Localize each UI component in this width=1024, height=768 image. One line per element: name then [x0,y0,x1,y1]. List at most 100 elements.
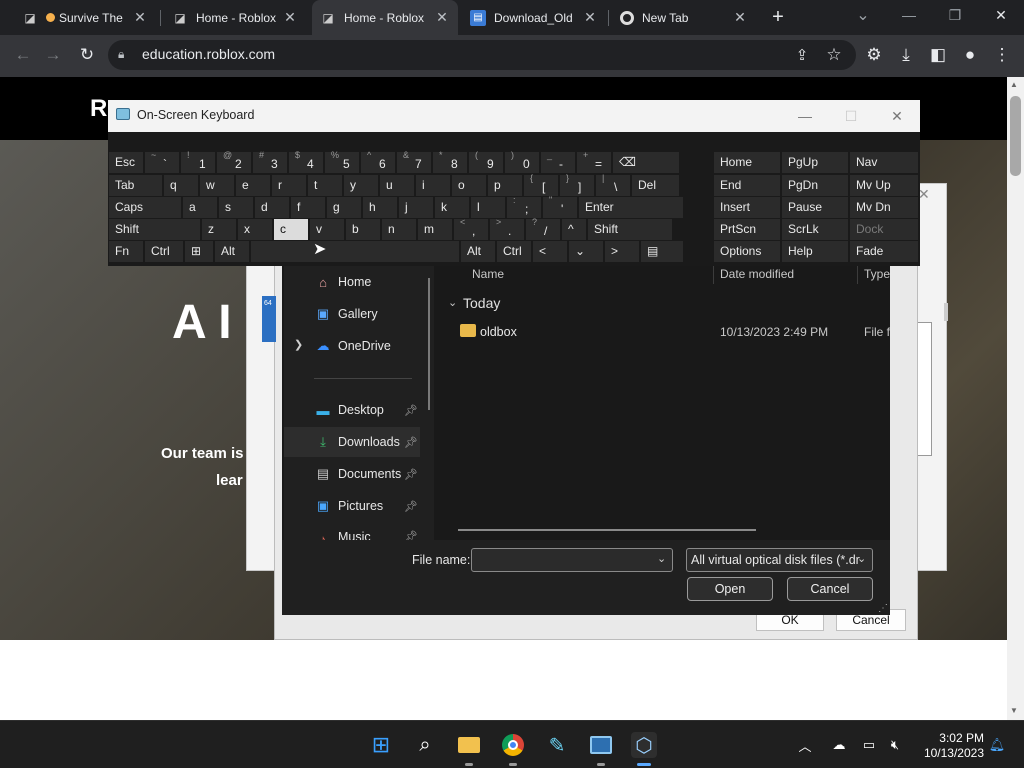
search-icon[interactable]: ⌕ [412,732,438,758]
osk-key[interactable]: f [291,197,325,218]
osk-key[interactable]: < [533,241,567,262]
osk-key[interactable]: e [236,175,270,196]
osk-key[interactable]: ? / [526,217,560,240]
osk-key-dock[interactable]: Dock [850,219,918,240]
close-button[interactable]: ✕ [874,100,920,132]
close-icon[interactable]: ✕ [132,9,148,26]
file-explorer-icon[interactable] [456,732,482,758]
nav-item-desktop[interactable]: ▬ Desktop 📌︎ [284,395,420,425]
osk-key[interactable]: (9 [469,150,503,173]
scrollbar-thumb[interactable] [1010,96,1021,176]
close-icon[interactable]: ✕ [732,9,748,26]
osk-key[interactable]: s [219,197,253,218]
horizontal-scrollbar[interactable] [458,529,756,531]
roblox-logo[interactable]: R [90,95,107,123]
osk-key-scrlk[interactable]: ScrLk [782,219,848,240]
osk-key[interactable]: Esc [109,152,143,173]
osk-key[interactable]: q [164,175,198,196]
virtualbox-icon[interactable]: ⬡ [631,732,657,758]
osk-key-fade[interactable]: Fade [850,241,918,262]
nav-item-documents[interactable]: ▤ Documents 📌︎ [284,459,420,489]
osk-key[interactable]: ! 1 [181,150,215,173]
extensions-puzzle-icon[interactable]: ⚙ [861,42,887,68]
nav-item-gallery[interactable]: ▣ Gallery [284,299,420,329]
osk-key[interactable]: :; [507,195,541,218]
chrome-icon[interactable] [500,732,526,758]
osk-key[interactable] [251,241,459,262]
column-separator[interactable] [713,266,714,284]
osk-key[interactable]: Shift [109,219,200,240]
osk-key[interactable]: > [605,241,639,262]
column-header-name[interactable]: Name [472,267,504,281]
bookmark-star-icon[interactable]: ☆ [821,42,847,68]
nav-item-pictures[interactable]: ▣ Pictures 📌︎ [284,491,420,521]
osk-key[interactable]: d [255,197,289,218]
browser-tab-4[interactable]: ▤ Download_Old ✕ [462,0,606,35]
osk-key[interactable]: x [238,219,272,240]
osk-key[interactable]: Ctrl [497,241,531,262]
osk-key[interactable]: #3 [253,150,287,173]
osk-key[interactable]: + = [577,150,611,173]
osk-key[interactable]: Shift [588,219,672,240]
nav-item-music[interactable]: ♪ Music 📌︎ [284,523,420,540]
tab-search-button[interactable]: ⌄ [840,0,886,30]
column-header-type[interactable]: Type [864,267,890,281]
osk-key-help[interactable]: Help [782,241,848,262]
download-icon[interactable]: ⤓ [893,42,919,68]
osk-key[interactable]: ^ [562,219,586,240]
osk-key[interactable]: ⊞ [185,241,213,262]
back-arrow-icon[interactable]: ← [10,42,36,68]
paint-icon[interactable]: ✎ [544,732,570,758]
osk-key[interactable]: ⌄ [569,241,603,262]
new-tab-button[interactable]: + [764,0,792,35]
side-panel-icon[interactable]: ◧ [925,42,951,68]
osk-key[interactable]: c [274,219,308,240]
osk-key[interactable]: y [344,175,378,196]
osk-key[interactable]: {[ [524,173,558,196]
column-separator[interactable] [857,266,858,284]
osk-key-mv-dn[interactable]: Mv Dn [850,197,918,218]
osk-key-nav[interactable]: Nav [850,152,918,173]
chevron-down-icon[interactable]: ⌄ [657,552,666,565]
minimize-button[interactable]: — [782,100,828,132]
close-icon[interactable]: ✕ [282,9,298,26]
osk-key[interactable]: b [346,219,380,240]
virtualbox-manager-icon[interactable] [588,732,614,758]
scroll-up-icon[interactable]: ▲ [1010,80,1018,89]
close-icon[interactable]: ✕ [582,9,598,26]
nav-item-downloads[interactable]: ⤓ Downloads 📌︎ [284,427,420,457]
osk-key[interactable]: & 7 [397,150,431,173]
chevron-down-icon[interactable]: ⌄ [857,552,866,565]
osk-key[interactable]: Caps [109,197,181,218]
osk-key[interactable]: r [272,175,306,196]
osk-key[interactable]: ~ ` [145,150,179,173]
file-type-filter-select[interactable]: All virtual optical disk files (*.dr [686,548,873,572]
osk-key[interactable]: v [310,219,344,240]
osk-key[interactable]: h [363,197,397,218]
open-button[interactable]: Open [687,577,773,601]
osk-key[interactable]: p [488,175,522,196]
nav-item-home[interactable]: ⌂ Home [284,267,420,297]
osk-key[interactable]: w [200,175,234,196]
osk-key-prtscn[interactable]: PrtScn [714,219,780,240]
osk-key[interactable]: _ - [541,150,575,173]
osk-key[interactable]: Tab [109,175,162,196]
group-header-today[interactable]: Today [463,295,500,311]
column-header-date[interactable]: Date modified [720,267,794,281]
osk-key-options[interactable]: Options [714,241,780,262]
osk-key[interactable]: $4 [289,150,323,173]
nav-scrollbar[interactable] [428,278,430,410]
minimize-button[interactable]: — [886,0,932,30]
osk-key-insert[interactable]: Insert [714,197,780,218]
clock-time[interactable]: 3:02 PM [928,731,984,745]
osk-key[interactable]: g [327,197,361,218]
osk-key[interactable]: ⌫ [613,152,679,173]
cancel-button[interactable]: Cancel [787,577,873,601]
maximize-button[interactable]: ☐ [828,100,874,132]
browser-tab-1[interactable]: ◪ Survive The ✕ [14,0,156,35]
osk-key[interactable]: i [416,175,450,196]
browser-tab-2[interactable]: ◪ Home - Roblox ✕ [164,0,306,35]
osk-key[interactable]: * 8 [433,150,467,173]
osk-key-pgup[interactable]: PgUp [782,152,848,173]
file-name-input[interactable] [471,548,673,572]
